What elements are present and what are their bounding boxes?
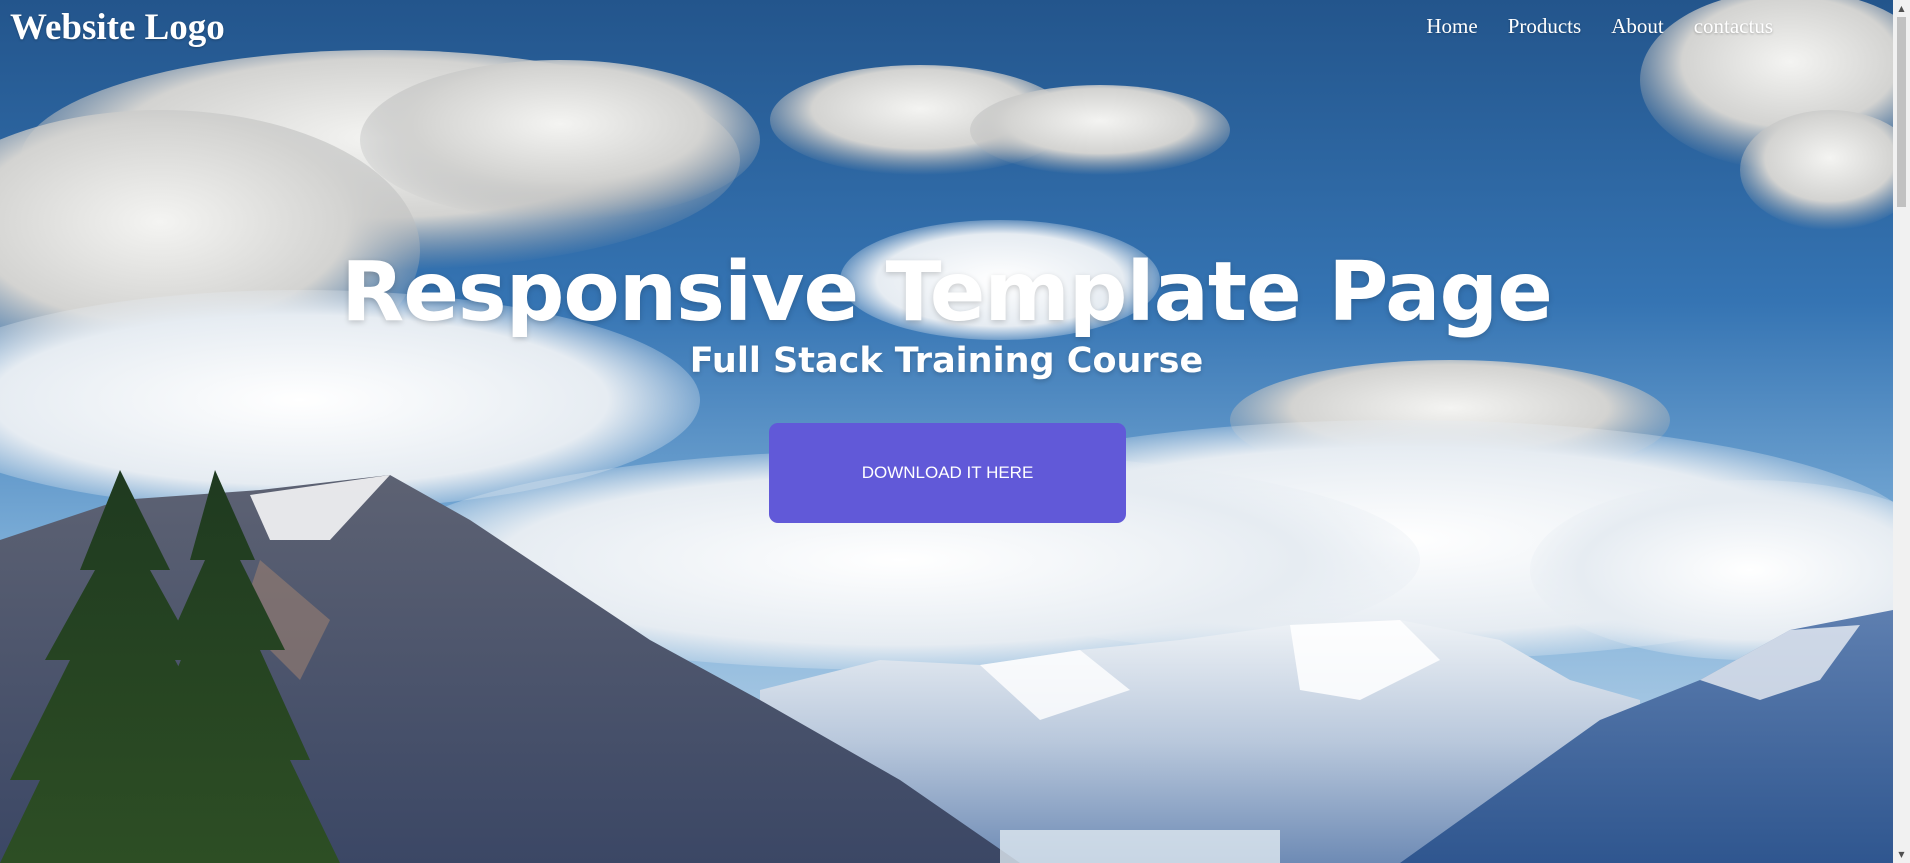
nav-products[interactable]: Products	[1508, 14, 1582, 39]
download-button[interactable]: DOWNLOAD IT HERE	[769, 423, 1126, 523]
nav-contactus[interactable]: contactus	[1694, 14, 1773, 39]
hero-subtitle: Full Stack Training Course	[689, 341, 1204, 381]
scrollbar-thumb[interactable]	[1897, 17, 1906, 207]
vertical-scrollbar[interactable]: ▲ ▼	[1893, 0, 1910, 863]
site-header: Website Logo Home Products About contact…	[0, 0, 1893, 60]
page: Website Logo Home Products About contact…	[0, 0, 1910, 863]
nav-home[interactable]: Home	[1426, 14, 1477, 39]
nav-about[interactable]: About	[1611, 14, 1664, 39]
hero-title: Responsive Template Page	[341, 245, 1553, 340]
main-nav: Home Products About contactus	[1426, 14, 1773, 39]
website-logo[interactable]: Website Logo	[10, 6, 225, 49]
chevron-down-icon[interactable]: ▼	[1893, 846, 1910, 863]
chevron-up-icon[interactable]: ▲	[1893, 0, 1910, 17]
